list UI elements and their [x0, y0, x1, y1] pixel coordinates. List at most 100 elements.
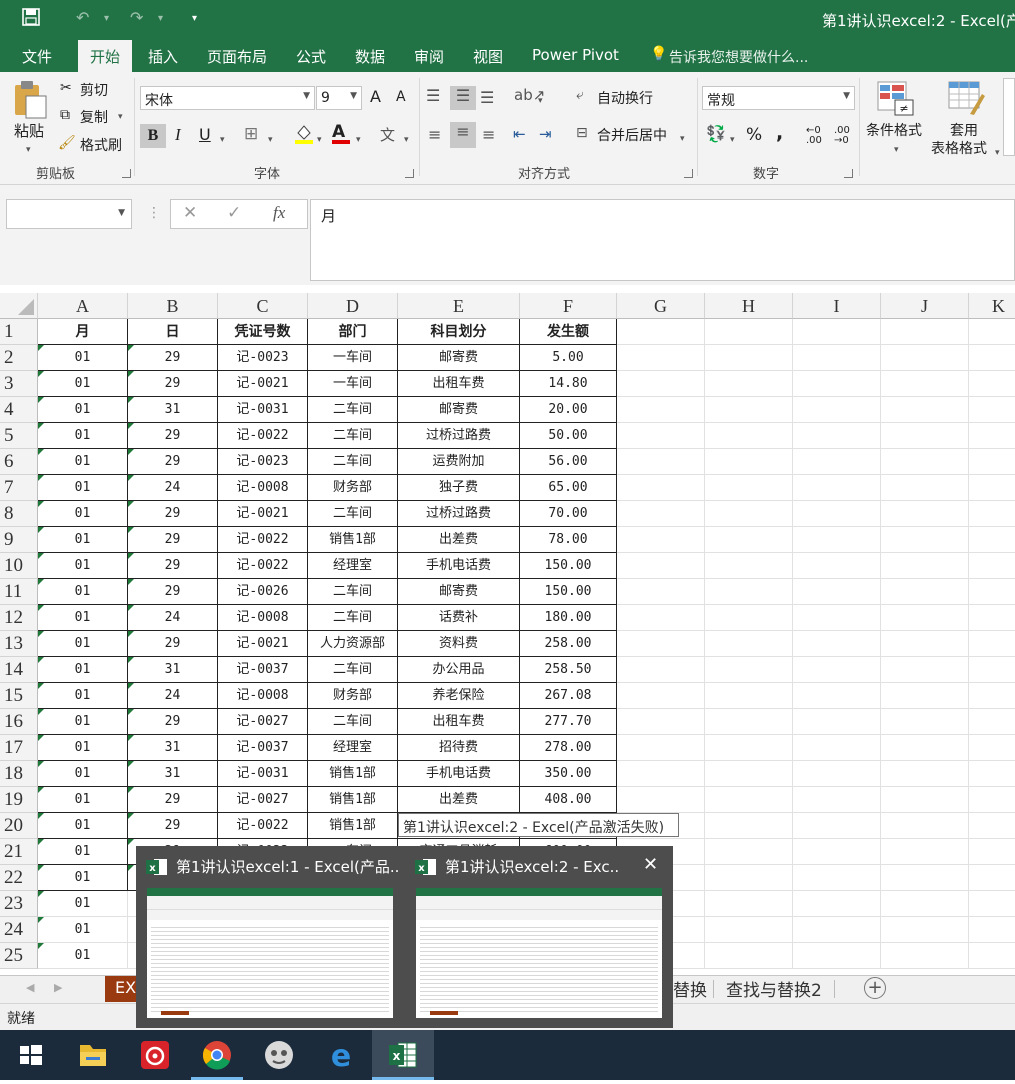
alignment-launcher-icon[interactable]	[684, 169, 693, 178]
row-header-11[interactable]: 11	[0, 579, 38, 605]
cell[interactable]	[881, 787, 969, 813]
table-cell[interactable]: 01	[38, 371, 128, 397]
table-cell[interactable]: 258.00	[520, 631, 617, 657]
cell[interactable]	[793, 449, 881, 475]
orientation-dropdown-icon[interactable]: ▾	[538, 91, 543, 107]
table-cell[interactable]: 267.08	[520, 683, 617, 709]
table-cell[interactable]: 销售1部	[308, 761, 398, 787]
cell[interactable]	[705, 579, 793, 605]
cancel-icon[interactable]: ✕	[183, 203, 197, 223]
cell[interactable]	[969, 891, 1015, 917]
table-cell[interactable]: 01	[38, 683, 128, 709]
increase-decimal-icon[interactable]: ←0.00	[806, 126, 822, 146]
cell[interactable]	[705, 449, 793, 475]
table-header-cell[interactable]: 日	[128, 319, 218, 345]
cell[interactable]	[793, 527, 881, 553]
cell[interactable]	[793, 735, 881, 761]
table-cell[interactable]: 邮寄费	[398, 345, 520, 371]
cell[interactable]	[881, 423, 969, 449]
cell[interactable]	[617, 319, 705, 345]
paste-icon[interactable]	[12, 80, 48, 120]
format-as-table-dropdown-icon[interactable]: ▾	[995, 143, 1000, 159]
cell[interactable]	[969, 449, 1015, 475]
table-cell[interactable]: 记-0022	[218, 553, 308, 579]
table-cell[interactable]: 278.00	[520, 735, 617, 761]
table-cell[interactable]: 01	[38, 475, 128, 501]
cell[interactable]	[969, 943, 1015, 969]
cell[interactable]	[705, 709, 793, 735]
cell[interactable]	[705, 787, 793, 813]
italic-button[interactable]: I	[175, 125, 181, 145]
row-header-24[interactable]: 24	[0, 917, 38, 943]
cell[interactable]	[969, 345, 1015, 371]
table-cell[interactable]: 150.00	[520, 553, 617, 579]
cell[interactable]	[881, 865, 969, 891]
cell[interactable]	[705, 319, 793, 345]
preview-title-2[interactable]: 第1讲认识excel:2 - Exc...	[445, 856, 620, 877]
row-header-12[interactable]: 12	[0, 605, 38, 631]
clipboard-launcher-icon[interactable]	[122, 169, 131, 178]
merge-dropdown-icon[interactable]: ▾	[680, 129, 685, 145]
decrease-decimal-icon[interactable]: .00 →0	[834, 126, 850, 146]
table-cell[interactable]: 24	[128, 475, 218, 501]
table-cell[interactable]: 记-0021	[218, 501, 308, 527]
table-cell[interactable]: 资料费	[398, 631, 520, 657]
chrome-icon[interactable]	[186, 1030, 248, 1080]
table-cell[interactable]: 邮寄费	[398, 579, 520, 605]
cell[interactable]	[969, 839, 1015, 865]
table-cell[interactable]: 记-0031	[218, 761, 308, 787]
cell[interactable]	[881, 657, 969, 683]
close-icon[interactable]: ✕	[643, 854, 658, 875]
table-cell[interactable]: 出差费	[398, 527, 520, 553]
row-header-19[interactable]: 19	[0, 787, 38, 813]
table-cell[interactable]: 01	[38, 397, 128, 423]
table-cell[interactable]: 手机电话费	[398, 761, 520, 787]
cell[interactable]	[705, 813, 793, 839]
cell[interactable]	[881, 319, 969, 345]
underline-button[interactable]: U	[199, 125, 211, 144]
table-cell[interactable]: 01	[38, 631, 128, 657]
table-cell[interactable]: 记-0027	[218, 709, 308, 735]
cell[interactable]	[881, 761, 969, 787]
undo-dropdown-icon[interactable]: ▾	[104, 13, 109, 24]
add-sheet-icon[interactable]: +	[864, 977, 886, 999]
row-header-8[interactable]: 8	[0, 501, 38, 527]
table-cell[interactable]: 01	[38, 345, 128, 371]
table-cell[interactable]: 记-0027	[218, 787, 308, 813]
preview-title-1[interactable]: 第1讲认识excel:1 - Excel(产品...	[176, 856, 398, 877]
row-header-10[interactable]: 10	[0, 553, 38, 579]
cell[interactable]	[705, 683, 793, 709]
cell[interactable]	[969, 917, 1015, 943]
column-header-b[interactable]: B	[128, 293, 218, 319]
cell[interactable]	[793, 839, 881, 865]
cell[interactable]	[969, 683, 1015, 709]
shrink-font-button[interactable]: A	[396, 89, 406, 105]
tell-me-input[interactable]: 告诉我您想要做什么...	[669, 47, 808, 67]
row-header-2[interactable]: 2	[0, 345, 38, 371]
table-cell[interactable]: 记-0037	[218, 657, 308, 683]
cell[interactable]	[793, 657, 881, 683]
table-cell[interactable]: 过桥过路费	[398, 501, 520, 527]
table-cell[interactable]: 29	[128, 579, 218, 605]
cell[interactable]	[617, 683, 705, 709]
row-header-17[interactable]: 17	[0, 735, 38, 761]
row-header-3[interactable]: 3	[0, 371, 38, 397]
table-cell[interactable]: 二车间	[308, 423, 398, 449]
cell[interactable]	[881, 683, 969, 709]
table-cell[interactable]: 二车间	[308, 579, 398, 605]
comma-style-button[interactable]: ,	[776, 122, 783, 144]
table-cell[interactable]: 记-0022	[218, 423, 308, 449]
merge-center-icon[interactable]: ⊟	[576, 125, 588, 141]
table-cell[interactable]: 二车间	[308, 501, 398, 527]
cell[interactable]	[705, 761, 793, 787]
bold-button[interactable]: B	[140, 124, 166, 148]
cell[interactable]	[969, 787, 1015, 813]
table-cell[interactable]: 记-0031	[218, 397, 308, 423]
edge-icon[interactable]: e	[310, 1030, 372, 1080]
cell[interactable]	[793, 943, 881, 969]
cell[interactable]	[617, 787, 705, 813]
cell[interactable]	[705, 553, 793, 579]
row-header-15[interactable]: 15	[0, 683, 38, 709]
table-cell[interactable]: 31	[128, 397, 218, 423]
paste-dropdown-icon[interactable]: ▾	[26, 140, 31, 156]
